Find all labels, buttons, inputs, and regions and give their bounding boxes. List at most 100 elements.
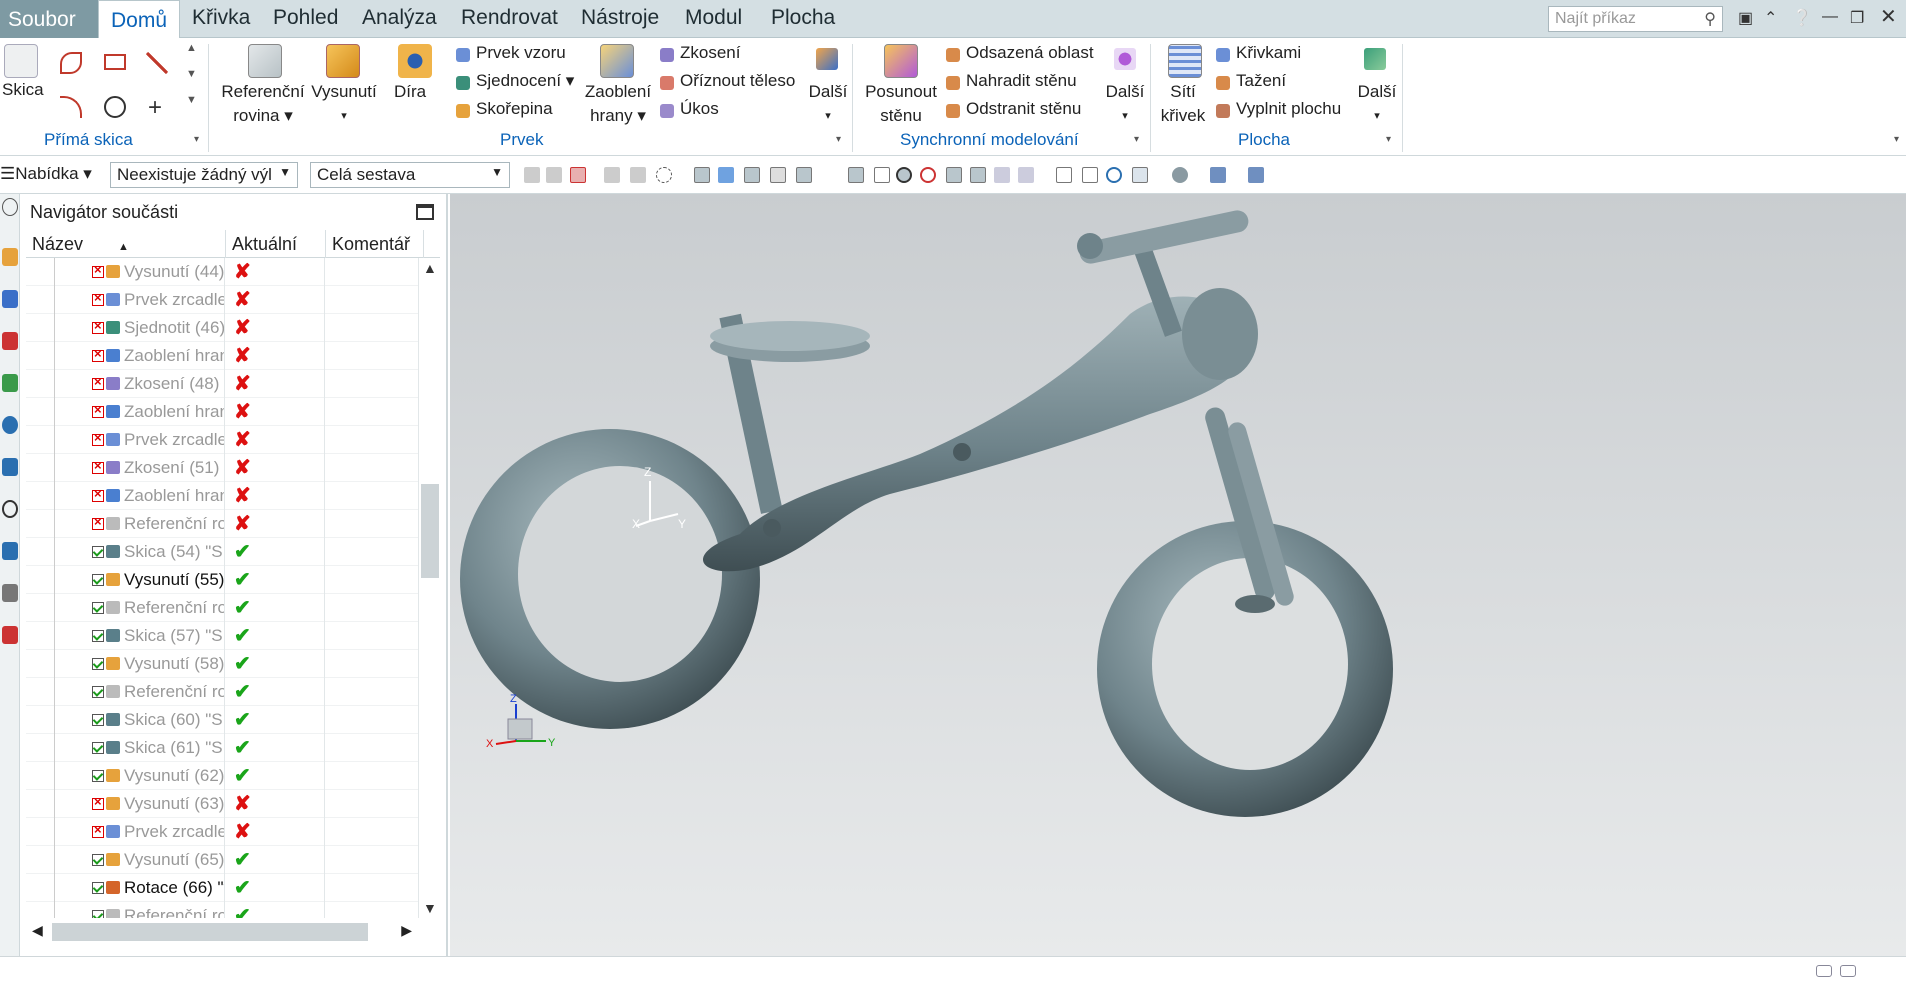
through-curve-mesh-icon[interactable] xyxy=(1168,44,1202,78)
snap-icon[interactable] xyxy=(604,167,620,183)
table-row[interactable]: Referenční ro...✔ xyxy=(26,902,418,918)
column-header-name[interactable]: Název ▲ xyxy=(26,230,226,258)
selection-scope-select[interactable]: Celá sestava ▼ xyxy=(310,162,510,188)
trim-body-button[interactable]: Oříznout těleso xyxy=(680,71,795,91)
table-row[interactable]: Zaoblení hran...✘ xyxy=(26,398,418,426)
tab-tools[interactable]: Nástroje xyxy=(581,6,659,30)
render-style-icon[interactable] xyxy=(1172,167,1188,183)
table-row[interactable]: Vysunutí (63)✘ xyxy=(26,790,418,818)
swept-button[interactable]: Tažení xyxy=(1236,71,1286,91)
view-snap-icon[interactable] xyxy=(994,167,1010,183)
reuse-library-icon[interactable] xyxy=(2,374,18,392)
scroll-down-icon[interactable]: ▼ xyxy=(423,900,437,916)
close-icon[interactable]: ✕ xyxy=(1880,4,1897,29)
scroll-left-icon[interactable]: ◀ xyxy=(32,922,43,939)
arc-icon[interactable] xyxy=(60,96,82,118)
hole-button[interactable]: Díra xyxy=(380,80,440,104)
more-sync-icon[interactable] xyxy=(1114,48,1136,70)
minimize-icon[interactable]: — xyxy=(1822,8,1838,26)
more-surface-button[interactable]: Další ▾ xyxy=(1352,80,1402,128)
solid-body-icon[interactable] xyxy=(718,167,734,183)
help-icon[interactable]: ❔ xyxy=(1792,8,1812,28)
clock-icon[interactable] xyxy=(2,500,18,518)
gallery-up-icon[interactable]: ▲ xyxy=(186,42,197,54)
part-navigator-icon[interactable] xyxy=(2,248,18,266)
fit-view-icon[interactable] xyxy=(1056,167,1072,183)
snap-group-icon[interactable] xyxy=(630,167,646,183)
move-face-icon[interactable] xyxy=(884,44,918,78)
selection-mode-icon[interactable] xyxy=(694,167,710,183)
tab-analysis[interactable]: Analýza xyxy=(362,6,437,30)
endpoint-snap-icon[interactable] xyxy=(770,167,786,183)
sketch-icon[interactable] xyxy=(4,44,38,78)
orient-view-icon[interactable] xyxy=(1132,167,1148,183)
table-row[interactable]: Prvek zrcadle...✘ xyxy=(26,426,418,454)
status-view-icon[interactable] xyxy=(1816,965,1832,977)
horizontal-scrollbar[interactable]: ◀ ▶ xyxy=(26,920,418,944)
table-row[interactable]: Vysunutí (44)✘ xyxy=(26,258,418,286)
menu-button[interactable]: ☰Nabídka ▾ xyxy=(0,164,92,184)
offset-region-button[interactable]: Odsazená oblast xyxy=(966,43,1094,63)
constraint-navigator-icon[interactable] xyxy=(2,332,18,350)
center-snap-icon[interactable] xyxy=(896,167,912,183)
search-icon[interactable]: ⚲ xyxy=(1704,9,1716,29)
table-row[interactable]: Skica (57) "SK...✔ xyxy=(26,622,418,650)
curve-snap-icon[interactable] xyxy=(822,167,838,183)
gallery-expand-icon[interactable]: ▼ xyxy=(186,94,197,106)
group-expand-icon[interactable]: ▾ xyxy=(1134,134,1139,145)
edge-blend-icon[interactable] xyxy=(600,44,634,78)
collapse-ribbon-icon[interactable]: ⌃ xyxy=(1764,8,1777,28)
settings-icon[interactable] xyxy=(2,198,18,216)
circle-icon[interactable] xyxy=(104,96,126,118)
perpendicular-snap-icon[interactable] xyxy=(874,167,890,183)
ribbon-expand-icon[interactable]: ▾ xyxy=(1894,134,1899,145)
delete-face-button[interactable]: Odstranit stěnu xyxy=(966,99,1081,119)
tangent-snap-icon[interactable] xyxy=(848,167,864,183)
assembly-navigator-icon[interactable] xyxy=(2,290,18,308)
table-row[interactable]: Vysunutí (55) ✔ xyxy=(26,566,418,594)
table-row[interactable]: Zaoblení hran...✘ xyxy=(26,342,418,370)
filter-reset-icon[interactable] xyxy=(546,167,562,183)
table-row[interactable]: Sjednotit (46)✘ xyxy=(26,314,418,342)
unite-button[interactable]: Sjednocení ▾ xyxy=(476,71,574,91)
point-icon[interactable]: + xyxy=(148,94,162,122)
chamfer-button[interactable]: Zkosení xyxy=(680,43,740,63)
zoom-icon[interactable] xyxy=(1082,167,1098,183)
table-row[interactable]: Referenční ro...✔ xyxy=(26,678,418,706)
vertical-scrollbar[interactable]: ▲ ▼ xyxy=(418,258,440,918)
extrude-icon[interactable] xyxy=(326,44,360,78)
select-region-icon[interactable] xyxy=(570,167,586,183)
filter-icon[interactable] xyxy=(524,167,540,183)
line-snap-icon[interactable] xyxy=(970,167,986,183)
command-search-input[interactable]: Najít příkaz ⚲ xyxy=(1548,6,1723,32)
table-row[interactable]: Zkosení (51)✘ xyxy=(26,454,418,482)
rear-wheel[interactable] xyxy=(460,429,760,729)
tab-home[interactable]: Domů xyxy=(98,0,180,40)
midpoint-snap-icon[interactable] xyxy=(796,167,812,183)
table-row[interactable]: Vysunutí (65) ✔ xyxy=(26,846,418,874)
table-row[interactable]: Vysunutí (62) ✔ xyxy=(26,762,418,790)
more-features-icon[interactable] xyxy=(816,48,838,70)
through-curves-button[interactable]: Křivkami xyxy=(1236,43,1301,63)
table-row[interactable]: Skica (61) "SK...✔ xyxy=(26,734,418,762)
display-mode-icon[interactable] xyxy=(1210,167,1226,183)
table-row[interactable]: Rotace (66) "t...✔ xyxy=(26,874,418,902)
sketch-button[interactable]: Skica xyxy=(2,80,44,100)
table-row[interactable]: Prvek zrcadle...✘ xyxy=(26,286,418,314)
ribbon-options-icon[interactable]: ▣ xyxy=(1738,8,1753,28)
front-wheel[interactable] xyxy=(1097,521,1393,817)
tab-view[interactable]: Pohled xyxy=(273,6,338,30)
studio-spline-icon[interactable] xyxy=(60,52,82,74)
draft-button[interactable]: Úkos xyxy=(680,99,719,119)
table-row[interactable]: Vysunutí (58) ✔ xyxy=(26,650,418,678)
more-surface-icon[interactable] xyxy=(1364,48,1386,70)
column-header-comment[interactable]: Komentář xyxy=(326,230,424,258)
restore-icon[interactable]: ❐ xyxy=(1850,8,1864,28)
gallery-down-icon[interactable]: ▼ xyxy=(186,68,197,80)
scroll-right-icon[interactable]: ▶ xyxy=(401,922,412,939)
replace-face-button[interactable]: Nahradit stěnu xyxy=(966,71,1077,91)
point-snap-icon[interactable] xyxy=(744,167,760,183)
horizontal-scroll-thumb[interactable] xyxy=(52,923,368,941)
table-row[interactable]: Zaoblení hran...✘ xyxy=(26,482,418,510)
table-row[interactable]: Referenční ro...✘ xyxy=(26,510,418,538)
